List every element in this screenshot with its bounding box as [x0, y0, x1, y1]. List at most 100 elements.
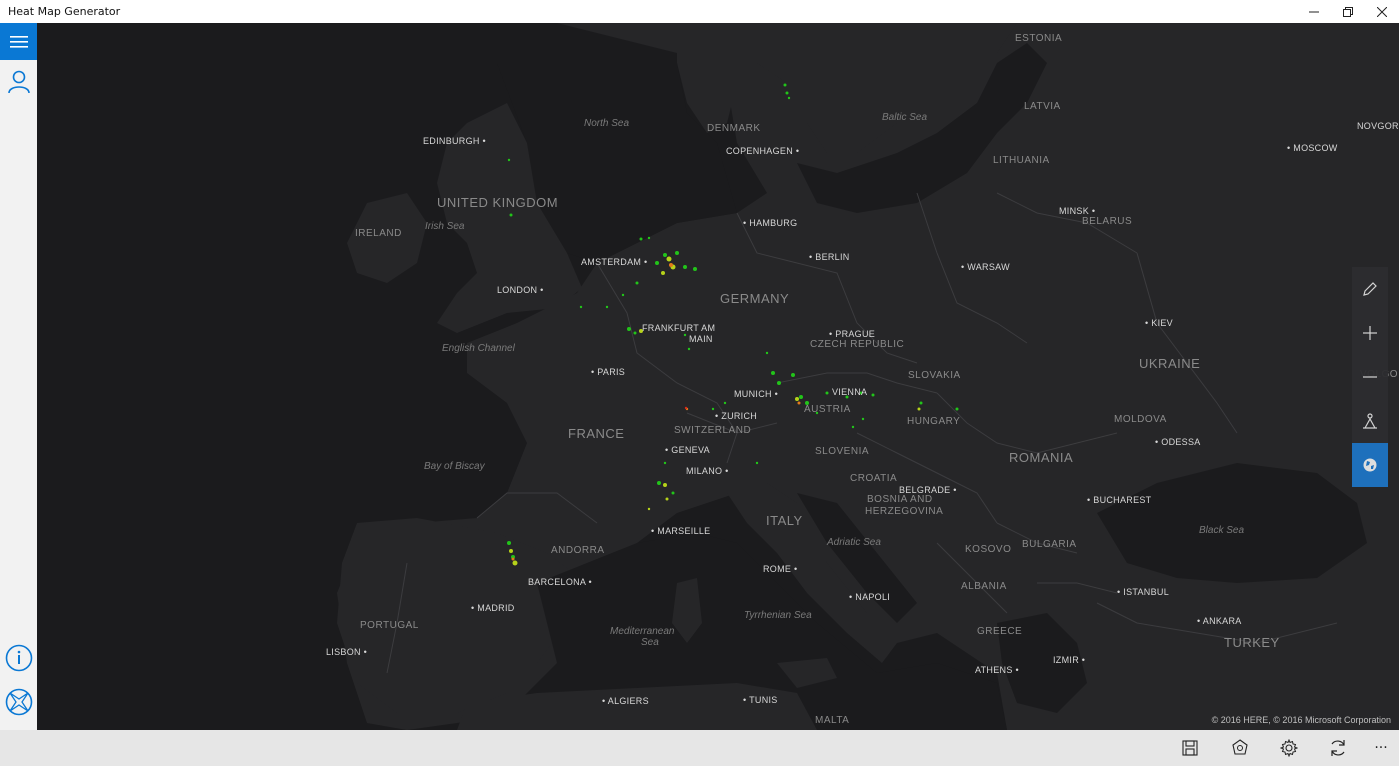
plus-icon: [1363, 326, 1377, 340]
city-label-bucharest: • BUCHAREST: [1087, 495, 1152, 505]
close-icon: [1377, 6, 1387, 17]
country-label-france: FRANCE: [568, 426, 625, 441]
zoom-out-button[interactable]: [1352, 355, 1388, 399]
compass-icon: [5, 688, 32, 716]
city-label-geneva: • GENEVA: [665, 445, 710, 455]
city-label-prague: • PRAGUE: [829, 329, 876, 339]
city-label-munich: MUNICH •: [734, 389, 779, 399]
city-label-odessa: • ODESSA: [1155, 437, 1201, 447]
sea-label-adriatic-sea: Adriatic Sea: [827, 537, 881, 548]
city-label-paris: • PARIS: [591, 367, 626, 377]
country-label-ireland: IRELAND: [355, 228, 402, 239]
window-controls: [1297, 0, 1399, 23]
country-label-greece: GREECE: [977, 626, 1023, 637]
settings-button[interactable]: [1269, 730, 1309, 766]
country-label-bosnia-2: HERZEGOVINA: [865, 506, 944, 517]
title-bar: Heat Map Generator: [0, 0, 1399, 23]
draw-button[interactable]: [1352, 267, 1388, 311]
map-copyright: © 2016 HERE, © 2016 Microsoft Corporatio…: [1211, 715, 1391, 725]
country-label-malta: MALTA: [815, 715, 850, 726]
street-view-button[interactable]: [1352, 399, 1388, 443]
country-label-kosovo: KOSOVO: [965, 544, 1012, 555]
sea-label-black-sea: Black Sea: [1199, 525, 1245, 536]
country-label-germany: GERMANY: [720, 291, 790, 306]
country-label-bosnia-1: BOSNIA AND: [867, 494, 933, 505]
city-label-lisbon: LISBON •: [326, 647, 368, 657]
city-label-ankara: • ANKARA: [1197, 616, 1242, 626]
city-label-tunis: • TUNIS: [743, 695, 778, 705]
city-label-marseille: • MARSEILLE: [651, 526, 711, 536]
city-label-novgorod: NOVGOR: [1357, 121, 1399, 131]
city-label-izmir: IZMIR •: [1053, 655, 1086, 665]
info-button[interactable]: [0, 636, 37, 680]
map-canvas[interactable]: ESTONIA LATVIA DENMARK LITHUANIA UNITED …: [37, 23, 1399, 730]
hamburger-button[interactable]: [0, 23, 37, 60]
city-label-warsaw: • WARSAW: [961, 262, 1010, 272]
country-label-estonia: ESTONIA: [1015, 33, 1063, 44]
city-label-minsk: MINSK •: [1059, 206, 1096, 216]
city-label-vienna: VIENNA: [832, 387, 868, 397]
gear-icon: [1280, 739, 1298, 757]
city-label-kiev: • KIEV: [1145, 318, 1173, 328]
city-label-barcelona: BARCELONA •: [528, 577, 592, 587]
country-label-romania: ROMANIA: [1009, 450, 1074, 465]
sea-label-north-sea: North Sea: [584, 118, 630, 129]
compass-button[interactable]: [0, 680, 37, 724]
city-label-london: LONDON •: [497, 285, 544, 295]
sea-label-irish-sea: Irish Sea: [425, 221, 465, 232]
save-button[interactable]: [1170, 730, 1210, 766]
country-label-hungary: HUNGARY: [907, 416, 961, 427]
minimize-button[interactable]: [1297, 0, 1331, 23]
country-label-croatia: CROATIA: [850, 473, 898, 484]
person-icon: [7, 70, 30, 94]
city-label-zurich: • ZURICH: [715, 411, 758, 421]
city-label-belgrade: BELGRADE •: [899, 485, 957, 495]
minus-icon: [1363, 376, 1377, 378]
sea-label-mediterranean-2: Sea: [641, 637, 659, 648]
refresh-button[interactable]: [1318, 730, 1358, 766]
city-label-algiers: • ALGIERS: [602, 696, 649, 706]
window-title: Heat Map Generator: [8, 5, 121, 18]
hamburger-icon: [9, 35, 28, 48]
shapes-button[interactable]: [1220, 730, 1260, 766]
globe-icon: [1363, 458, 1377, 472]
country-label-bulgaria: BULGARIA: [1022, 539, 1077, 550]
country-label-turkey: TURKEY: [1224, 635, 1280, 650]
country-label-italy: ITALY: [766, 513, 803, 528]
city-label-napoli: • NAPOLI: [849, 592, 891, 602]
city-label-istanbul: • ISTANBUL: [1117, 587, 1170, 597]
account-button[interactable]: [0, 60, 37, 104]
restore-button[interactable]: [1331, 0, 1365, 23]
country-label-portugal: PORTUGAL: [360, 620, 419, 631]
city-label-hamburg: • HAMBURG: [743, 218, 798, 228]
refresh-icon: [1331, 740, 1345, 756]
country-label-slovakia: SLOVAKIA: [908, 370, 961, 381]
info-icon: [5, 644, 32, 672]
city-label-madrid: • MADRID: [471, 603, 515, 613]
sea-label-tyrrhenian-sea: Tyrrhenian Sea: [744, 610, 812, 621]
sea-label-baltic-sea: Baltic Sea: [882, 112, 928, 123]
city-label-frankfurt-2: MAIN: [689, 334, 713, 344]
city-label-athens: ATHENS •: [975, 665, 1019, 675]
close-button[interactable]: [1365, 0, 1399, 23]
country-label-moldova: MOLDOVA: [1114, 414, 1167, 425]
shapes-icon: [1232, 739, 1248, 755]
map-style-button[interactable]: [1352, 443, 1388, 487]
sea-label-mediterranean-1: Mediterranean: [610, 626, 675, 637]
person-tilt-icon: [1363, 413, 1377, 429]
sea-label-english-channel: English Channel: [442, 343, 515, 354]
country-label-uk: UNITED KINGDOM: [437, 195, 559, 210]
country-label-slovenia: SLOVENIA: [815, 446, 870, 457]
more-button[interactable]: ···: [1361, 730, 1399, 766]
left-sidebar: [0, 23, 37, 730]
map-toolbar: [1352, 267, 1388, 487]
country-label-belarus: BELARUS: [1082, 216, 1133, 227]
save-icon: [1182, 740, 1198, 756]
city-label-milano: MILANO •: [686, 466, 729, 476]
country-label-ukraine: UKRAINE: [1139, 356, 1201, 371]
country-label-denmark: DENMARK: [707, 123, 761, 134]
minimize-icon: [1309, 11, 1319, 12]
zoom-in-button[interactable]: [1352, 311, 1388, 355]
country-label-switzerland: SWITZERLAND: [674, 425, 752, 436]
country-label-austria: AUSTRIA: [804, 404, 851, 415]
